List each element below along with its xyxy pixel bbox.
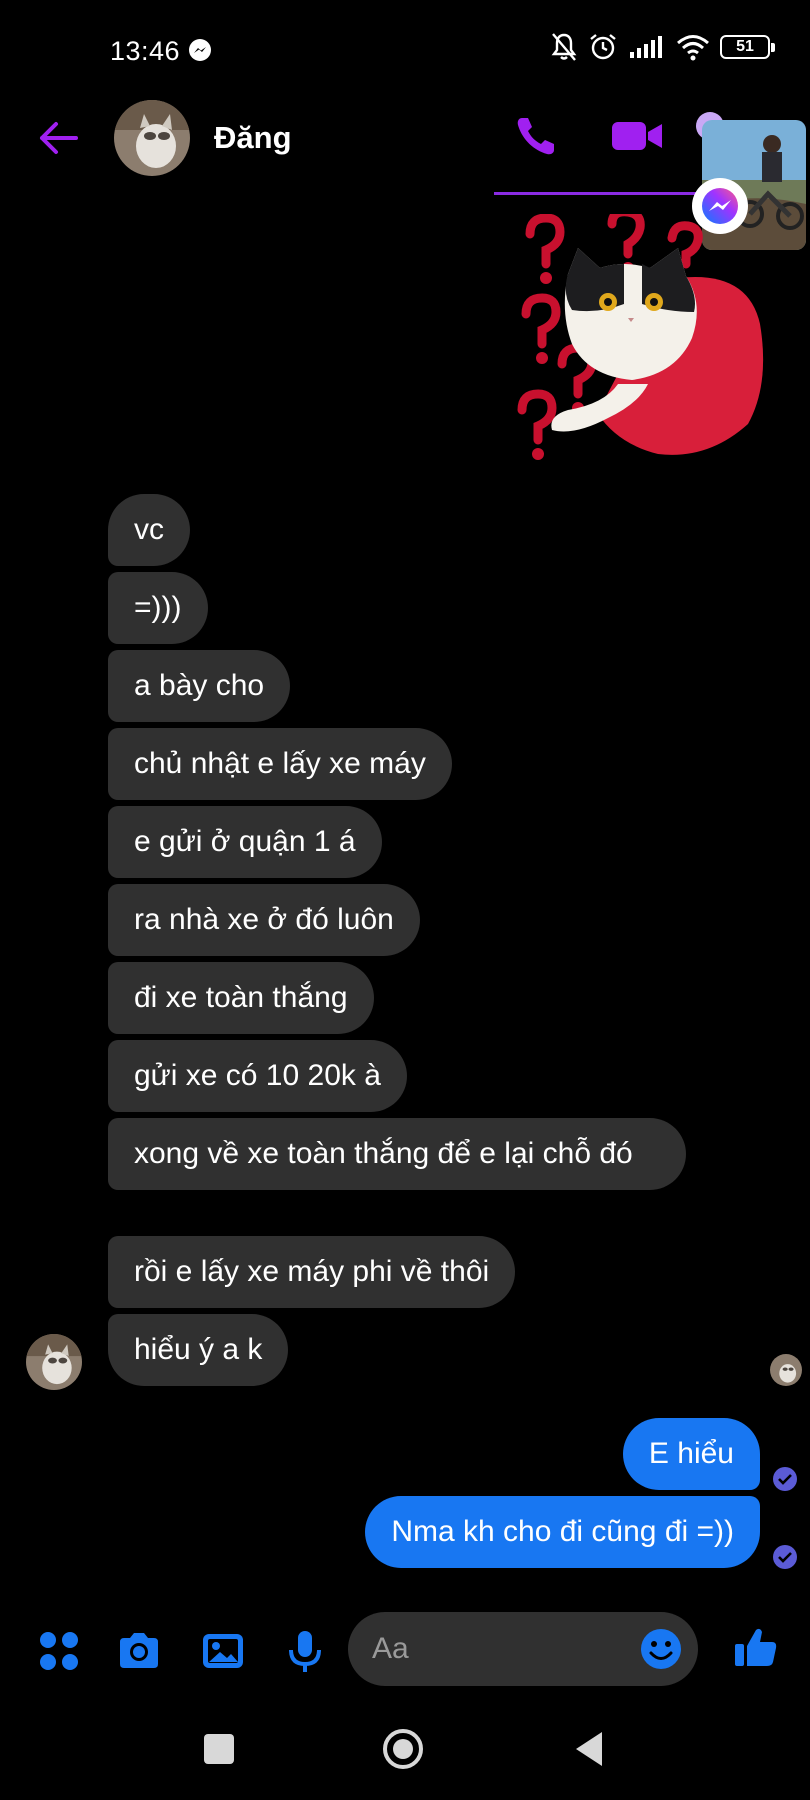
camera-icon[interactable] xyxy=(116,1628,162,1674)
delivered-check-icon xyxy=(773,1545,797,1569)
contact-name[interactable]: Đăng xyxy=(214,120,292,156)
home-icon[interactable] xyxy=(382,1728,424,1770)
message-composer: Aa xyxy=(0,1600,810,1700)
alarm-icon xyxy=(590,34,616,60)
image-icon[interactable] xyxy=(200,1628,246,1674)
contact-avatar[interactable] xyxy=(114,100,190,176)
messenger-chat-screen: 13:46 51 Đăng vc =))) a bày cho chủ nhật… xyxy=(0,0,810,1800)
cat-avatar-image xyxy=(114,100,190,176)
wifi-icon xyxy=(677,35,709,61)
incoming-message[interactable]: gửi xe có 10 20k à xyxy=(108,1040,407,1112)
cat-avatar-image xyxy=(770,1354,802,1386)
cat-avatar-image xyxy=(26,1334,82,1390)
message-input-placeholder: Aa xyxy=(372,1632,409,1665)
arrow-left-icon[interactable] xyxy=(36,116,80,160)
signal-icon xyxy=(630,36,662,58)
back-triangle-icon[interactable] xyxy=(570,1728,612,1770)
recents-icon[interactable] xyxy=(198,1728,240,1770)
emoji-icon[interactable] xyxy=(640,1628,682,1670)
incoming-message[interactable]: ra nhà xe ở đó luôn xyxy=(108,884,420,956)
outgoing-message[interactable]: E hiểu xyxy=(622,1418,760,1490)
incoming-message[interactable]: vc xyxy=(108,494,190,566)
thumbs-up-icon[interactable] xyxy=(732,1624,778,1670)
outgoing-message[interactable]: Nma kh cho đi cũng đi =)) xyxy=(365,1496,760,1568)
incoming-message[interactable]: rồi e lấy xe máy phi về thôi xyxy=(108,1236,516,1308)
bell-off-icon xyxy=(551,33,577,61)
incoming-message[interactable]: =))) xyxy=(108,572,208,644)
incoming-message[interactable]: chủ nhật e lấy xe máy xyxy=(108,728,452,800)
system-navigation-bar xyxy=(0,1700,810,1800)
delivered-check-icon xyxy=(773,1467,797,1491)
apps-icon[interactable] xyxy=(36,1628,82,1674)
status-time: 13:46 xyxy=(110,36,181,66)
incoming-message[interactable]: đi xe toàn thắng xyxy=(108,962,374,1034)
battery-indicator: 51 xyxy=(720,35,775,59)
video-camera-icon[interactable] xyxy=(610,114,664,158)
microphone-icon[interactable] xyxy=(282,1628,328,1674)
phone-icon[interactable] xyxy=(514,114,558,158)
messenger-notification-icon xyxy=(189,39,211,61)
cat-sticker-image xyxy=(517,207,764,460)
status-icons: 51 xyxy=(550,32,775,62)
seen-by-avatar xyxy=(770,1354,802,1386)
message-input[interactable]: Aa xyxy=(348,1612,698,1686)
incoming-message[interactable]: a bày cho xyxy=(108,650,291,722)
incoming-message[interactable]: hiểu ý a k xyxy=(108,1314,289,1386)
incoming-message[interactable]: e gửi ở quận 1 á xyxy=(108,806,382,878)
sender-avatar[interactable] xyxy=(26,1334,82,1390)
header-divider xyxy=(494,192,718,195)
status-bar: 13:46 51 xyxy=(0,0,810,100)
chat-header: Đăng xyxy=(0,96,810,196)
incoming-message[interactable]: xong về xe toàn thắng để e lại chỗ đó xyxy=(108,1118,686,1190)
cat-sticker[interactable] xyxy=(508,207,768,470)
